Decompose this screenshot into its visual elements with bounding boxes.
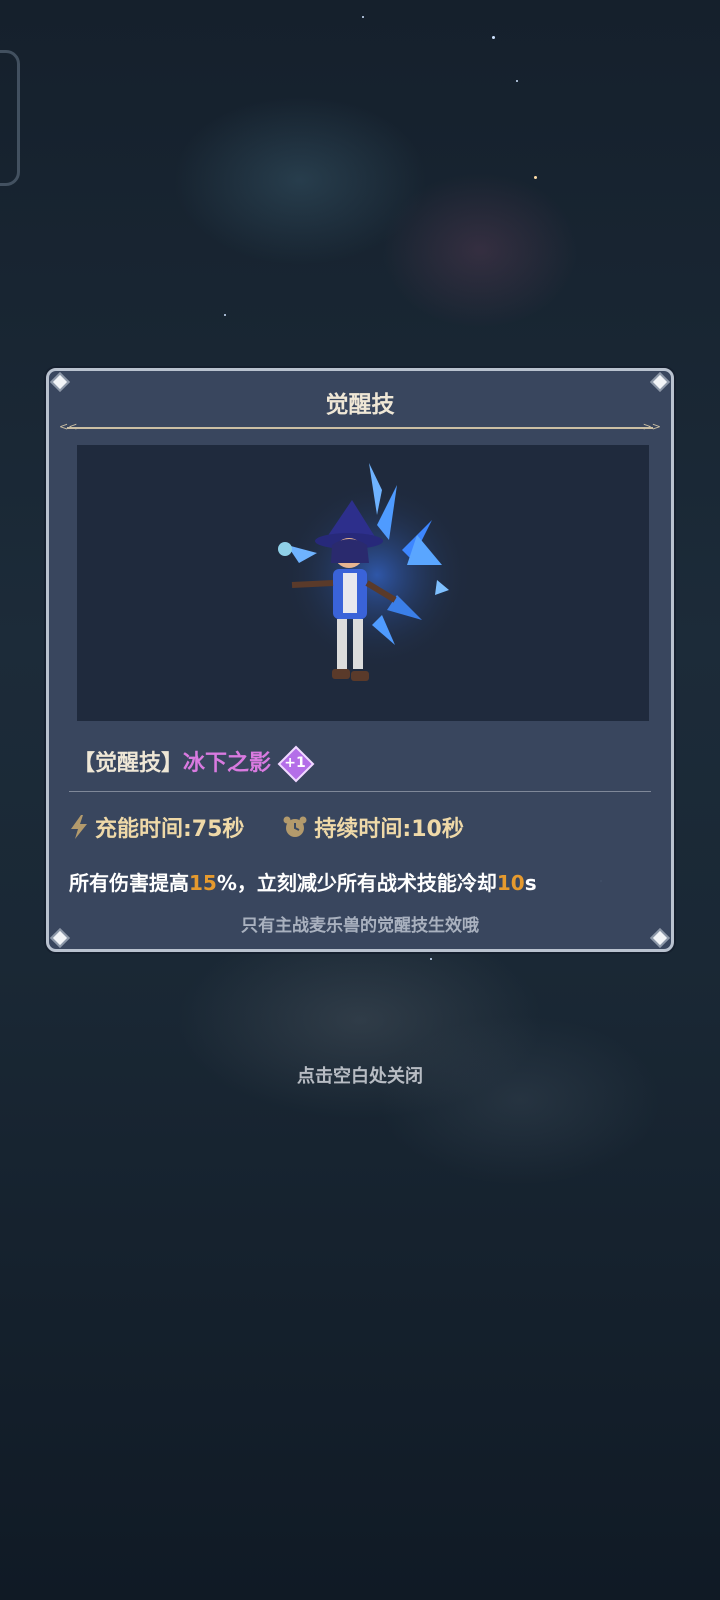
desc-text: 所有伤害提高 [69, 871, 189, 895]
section-divider [69, 791, 651, 792]
desc-highlight-value: 10 [496, 871, 525, 895]
stat-row: 充能时间:75秒 持续时间:10秒 [69, 811, 502, 843]
side-frame-decoration [0, 50, 20, 186]
skill-name: 冰下之影 [183, 751, 272, 776]
skill-name-line: 【觉醒技】 冰下之影 +1 [73, 745, 315, 783]
title-divider: << >> [59, 420, 661, 433]
duration-stat: 持续时间:10秒 [282, 811, 464, 843]
character-illustration [278, 463, 472, 681]
level-badge-text: +1 [284, 755, 306, 771]
star [492, 36, 495, 39]
charge-time-stat: 充能时间:75秒 [69, 811, 244, 843]
panel-title: 觉醒技 [325, 392, 395, 418]
alarm-clock-icon [283, 816, 307, 837]
skill-description: 所有伤害提高15%，立刻减少所有战术技能冷却10s [69, 867, 537, 896]
diamond-badge-icon: +1 [277, 745, 315, 783]
desc-highlight-value: 15 [189, 871, 217, 895]
star [534, 176, 537, 179]
close-hint: 点击空白处关闭 [297, 1066, 423, 1087]
lightning-icon [71, 815, 87, 839]
desc-text: s [524, 871, 537, 895]
duration-text: 持续时间:10秒 [314, 817, 464, 842]
star [362, 16, 364, 18]
star [430, 958, 432, 960]
star [516, 80, 518, 82]
awakening-skill-panel: 觉醒技 << >> 【觉醒技】 冰下之影 +1 充能时间:75秒 持续时间:10… [46, 368, 674, 952]
effect-note: 只有主战麦乐兽的觉醒技生效哦 [241, 916, 479, 936]
skill-preview-image [77, 445, 649, 721]
desc-text: %，立刻减少所有战术技能冷却 [216, 871, 497, 895]
star [224, 314, 226, 316]
skill-prefix: 【觉醒技】 [73, 751, 184, 776]
charge-time-text: 充能时间:75秒 [95, 817, 245, 842]
